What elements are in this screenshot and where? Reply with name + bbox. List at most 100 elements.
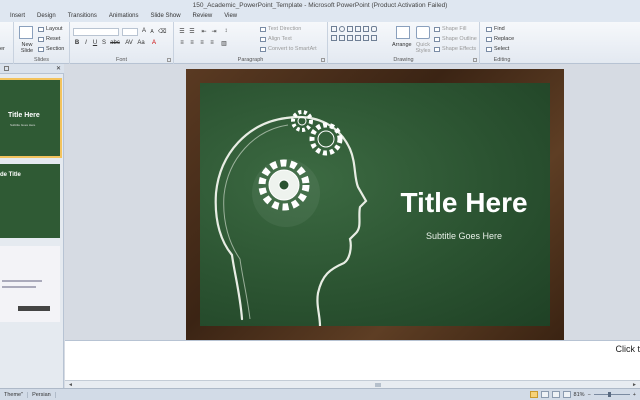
decrease-indent-icon[interactable]: ⇤ bbox=[200, 28, 208, 35]
section-button[interactable]: Section bbox=[38, 46, 64, 52]
notes-pane[interactable]: Click t bbox=[65, 340, 640, 380]
tab-design[interactable]: Design bbox=[31, 11, 62, 22]
shape-line-icon[interactable] bbox=[355, 26, 361, 32]
close-icon[interactable]: ✕ bbox=[56, 65, 61, 72]
paragraph-group-label: Paragraph bbox=[237, 57, 264, 63]
smartart-icon bbox=[260, 46, 266, 52]
shape-rounded-icon[interactable] bbox=[371, 26, 377, 32]
font-name-combo[interactable] bbox=[73, 28, 119, 36]
strikethrough-button[interactable]: abc bbox=[109, 40, 121, 46]
shape-fill-button[interactable]: Shape Fill bbox=[434, 26, 466, 32]
columns-icon[interactable]: ▥ bbox=[220, 40, 228, 47]
text-direction-button[interactable]: Text Direction bbox=[260, 26, 301, 32]
shape-brace-icon[interactable] bbox=[355, 35, 361, 41]
find-button[interactable]: Find bbox=[486, 26, 505, 32]
shape-textbox-icon[interactable] bbox=[347, 26, 353, 32]
shape-arrow-icon[interactable] bbox=[363, 26, 369, 32]
horizontal-scrollbar[interactable]: ◄ ► bbox=[65, 380, 640, 388]
spacing-button[interactable]: AV bbox=[124, 40, 134, 46]
tab-view[interactable]: View bbox=[218, 11, 243, 22]
slide-thumbnail-1[interactable]: Title Here Subtitle Goes Here bbox=[0, 78, 62, 158]
ribbon: er New Slide Layout Reset Section Slides… bbox=[0, 22, 640, 64]
tab-review[interactable]: Review bbox=[187, 11, 219, 22]
underline-button[interactable]: U bbox=[91, 40, 99, 46]
line-spacing-icon[interactable]: ↕ bbox=[222, 28, 230, 34]
quick-styles-button[interactable]: Quick Styles bbox=[414, 42, 432, 54]
normal-view-button[interactable] bbox=[529, 391, 538, 398]
increase-indent-icon[interactable]: ⇥ bbox=[210, 28, 218, 35]
status-bar: Theme" Persian 81% − + bbox=[0, 388, 640, 400]
paragraph-launcher[interactable] bbox=[321, 58, 325, 62]
quick-styles-icon[interactable] bbox=[416, 26, 430, 39]
change-case-button[interactable]: Aa bbox=[136, 40, 146, 46]
shape-oval-icon[interactable] bbox=[339, 26, 345, 32]
shape-callout-icon[interactable] bbox=[363, 35, 369, 41]
slide-title[interactable]: Title Here bbox=[384, 187, 544, 219]
align-text-button[interactable]: Align Text bbox=[260, 36, 292, 42]
bold-button[interactable]: B bbox=[73, 40, 81, 46]
font-launcher[interactable] bbox=[167, 58, 171, 62]
ribbon-tabs: Insert Design Transitions Animations Sli… bbox=[0, 11, 640, 22]
layout-button[interactable]: Layout bbox=[38, 26, 63, 32]
italic-button[interactable]: I bbox=[82, 40, 90, 46]
clear-format-icon[interactable]: ⌫ bbox=[158, 28, 166, 35]
shape-curve-icon[interactable] bbox=[339, 35, 345, 41]
tab-insert[interactable]: Insert bbox=[4, 11, 31, 22]
font-color-button[interactable]: A bbox=[150, 40, 158, 46]
align-left-icon[interactable]: ≡ bbox=[178, 40, 186, 46]
shape-effects-button[interactable]: Shape Effects bbox=[434, 46, 476, 52]
paragraph-group: ☰ ☰ ⇤ ⇥ ↕ ≡ ≡ ≡ ≡ ▥ Text Direction Align… bbox=[174, 22, 328, 64]
thumbnail-title: Title Here bbox=[8, 112, 40, 119]
align-text-icon bbox=[260, 36, 266, 42]
numbering-icon[interactable]: ☰ bbox=[188, 28, 196, 35]
shape-triangle-icon[interactable] bbox=[331, 35, 337, 41]
zoom-level[interactable]: 81% bbox=[574, 392, 585, 398]
drawing-launcher[interactable] bbox=[473, 58, 477, 62]
select-button[interactable]: Select bbox=[486, 46, 509, 52]
zoom-out-icon[interactable]: − bbox=[588, 392, 591, 398]
outline-tab-icon[interactable] bbox=[4, 66, 9, 71]
reset-button[interactable]: Reset bbox=[38, 36, 60, 42]
chalkboard[interactable]: Title Here Subtitle Goes Here bbox=[200, 83, 550, 326]
slide-sorter-button[interactable] bbox=[540, 391, 549, 398]
zoom-slider[interactable] bbox=[593, 392, 630, 397]
grow-font-button[interactable]: A bbox=[140, 28, 148, 34]
slide-subtitle[interactable]: Subtitle Goes Here bbox=[384, 231, 544, 241]
font-group-label: Font bbox=[115, 57, 127, 63]
arrange-icon[interactable] bbox=[396, 26, 410, 39]
clipboard-partial-label[interactable]: er bbox=[0, 46, 5, 52]
tab-animations[interactable]: Animations bbox=[103, 11, 145, 22]
tab-transitions[interactable]: Transitions bbox=[62, 11, 103, 22]
thumbnail-button-bar bbox=[18, 306, 50, 311]
shape-more-icon[interactable] bbox=[371, 35, 377, 41]
notes-placeholder: Click t bbox=[615, 344, 640, 354]
shadow-button[interactable]: S bbox=[100, 40, 108, 46]
bullets-icon[interactable]: ☰ bbox=[178, 28, 186, 35]
arrange-button[interactable]: Arrange bbox=[392, 42, 412, 48]
slide-thumbnail-2[interactable]: de Title bbox=[0, 164, 60, 238]
slides-group-label: Slides bbox=[34, 57, 49, 63]
new-slide-icon[interactable] bbox=[19, 26, 33, 39]
align-right-icon[interactable]: ≡ bbox=[198, 40, 206, 46]
font-group: A A ⌫ B I U S abc AV Aa A Font bbox=[70, 22, 174, 64]
scroll-thumb[interactable] bbox=[375, 383, 381, 387]
shape-rectangle-icon[interactable] bbox=[331, 26, 337, 32]
slideshow-button[interactable] bbox=[562, 391, 571, 398]
new-slide-button[interactable]: New Slide bbox=[17, 42, 37, 54]
shape-outline-button[interactable]: Shape Outline bbox=[434, 36, 477, 42]
reading-view-button[interactable] bbox=[551, 391, 560, 398]
justify-icon[interactable]: ≡ bbox=[208, 40, 216, 46]
font-size-combo[interactable] bbox=[122, 28, 138, 36]
align-center-icon[interactable]: ≡ bbox=[188, 40, 196, 46]
slide-thumbnail-3[interactable] bbox=[0, 246, 60, 322]
zoom-knob[interactable] bbox=[607, 392, 611, 397]
editing-group: Find Replace Select Editing bbox=[480, 22, 524, 64]
replace-button[interactable]: Replace bbox=[486, 36, 514, 42]
zoom-in-icon[interactable]: + bbox=[633, 392, 636, 398]
shape-star-icon[interactable] bbox=[347, 35, 353, 41]
convert-smartart-button[interactable]: Convert to SmartArt bbox=[260, 46, 317, 52]
tab-slide-show[interactable]: Slide Show bbox=[145, 11, 187, 22]
language-status[interactable]: Persian bbox=[28, 391, 56, 398]
thumbnail-text-line bbox=[2, 286, 36, 288]
shrink-font-button[interactable]: A bbox=[148, 29, 156, 35]
